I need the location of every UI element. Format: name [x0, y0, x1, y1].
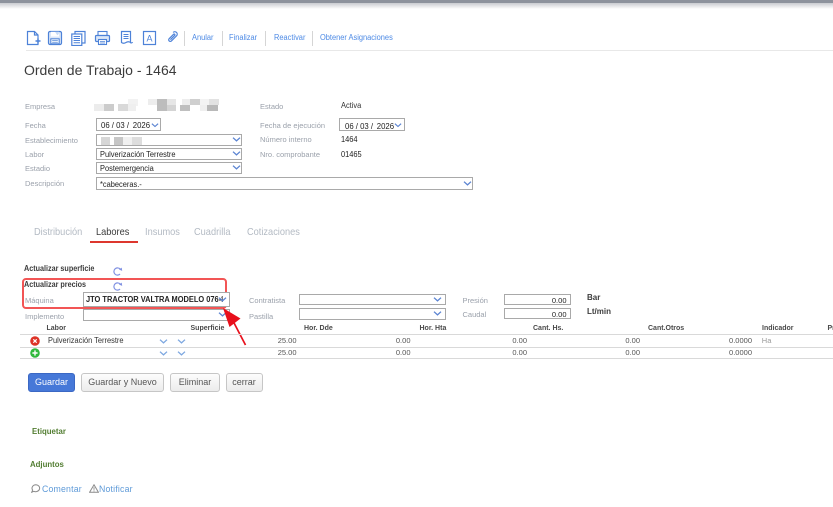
svg-text:A: A: [146, 34, 152, 44]
